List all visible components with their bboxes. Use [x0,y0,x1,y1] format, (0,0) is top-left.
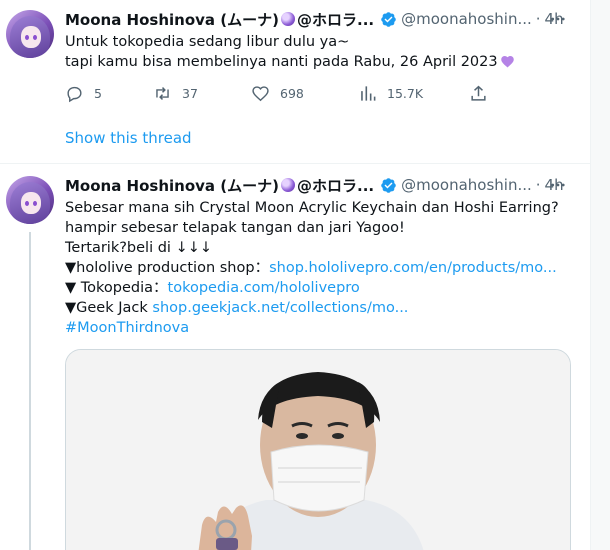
share-icon [471,85,486,101]
geekjack-link[interactable]: shop.geekjack.net/collections/mo... [152,300,408,316]
tokopedia-label: ▼ Tokopedia： [65,280,168,296]
share-button[interactable] [469,82,498,104]
reply-button[interactable]: 5 [65,82,102,104]
tweet-text: Sebesar mana sih Crystal Moon Acrylic Ke… [65,198,570,338]
purple-heart-emoji-icon [500,56,514,68]
hashtag-line: #MoonThirdnova [65,318,570,338]
tokopedia-link[interactable]: tokopedia.com/hololivepro [168,280,360,296]
photo-illustration [66,350,570,550]
author-name-suffix: @ホロラ... [297,10,375,29]
author-name[interactable]: Moona Hoshinova (ムーナ) [65,9,279,30]
separator-dot: · [535,10,541,28]
tokopedia-line: ▼ Tokopedia：tokopedia.com/hololivepro [65,278,570,298]
more-options-icon[interactable] [548,175,568,195]
tweet-header: Moona Hoshinova (ムーナ) @ホロラ... @moonahosh… [65,9,564,29]
tweet-line: Untuk tokopedia sedang libur dulu ya~ [65,34,350,50]
geekjack-label: ▼Geek Jack [65,300,153,316]
geekjack-line: ▼Geek Jack shop.geekjack.net/collections… [65,298,570,318]
scrollbar-track[interactable] [590,0,610,550]
tweet-line: hampir sebesar telapak tangan dan jari Y… [65,220,405,236]
author-name-suffix: @ホロラ... [297,176,375,195]
crystal-orb-emoji-icon [281,178,295,192]
tweet-line: Tertarik?beli di ↓↓↓ [65,240,213,256]
shop-label: ▼hololive production shop： [65,260,270,276]
tweet-line-wrap: tapi kamu bisa membelinya nanti pada Rab… [65,52,570,72]
author-name[interactable]: Moona Hoshinova (ムーナ) [65,175,279,196]
like-count: 698 [280,85,304,101]
verified-badge-icon [381,11,396,27]
tweet-line: Sebesar mana sih Crystal Moon Acrylic Ke… [65,200,559,216]
separator-dot: · [535,176,541,194]
views-chart-icon [361,85,376,101]
tweet-line: tapi kamu bisa membelinya nanti pada Rab… [65,54,498,70]
tweet-1[interactable]: Moona Hoshinova (ムーナ) @ホロラ... @moonahosh… [0,0,590,164]
shop-line: ▼hololive production shop：shop.hololivep… [65,258,570,278]
crystal-orb-emoji-icon [281,12,295,26]
tweet-photo[interactable] [65,349,571,550]
tweet-text: Untuk tokopedia sedang libur dulu ya~ ta… [65,32,570,72]
hololive-shop-link[interactable]: shop.hololivepro.com/en/products/mo... [269,260,557,276]
more-options-icon[interactable] [548,9,568,29]
reply-icon [67,86,82,102]
heart-icon [252,85,269,101]
avatar[interactable] [6,176,54,224]
retweet-icon [156,86,169,100]
reply-count: 5 [94,85,102,101]
like-button[interactable]: 698 [251,82,304,104]
tweet-actions: 5 37 698 15.7K [65,82,495,104]
verified-badge-icon [381,177,396,193]
tweet-header: Moona Hoshinova (ムーナ) @ホロラ... @moonahosh… [65,175,564,195]
retweet-button[interactable]: 37 [153,82,198,104]
view-count: 15.7K [387,85,424,101]
show-thread-link[interactable]: Show this thread [65,129,192,147]
retweet-count: 37 [182,85,198,101]
hashtag-link[interactable]: #MoonThirdnova [65,320,189,336]
views-button[interactable]: 15.7K [358,82,423,104]
author-handle[interactable]: @moonahoshin... [401,10,532,28]
avatar[interactable] [6,10,54,58]
author-handle[interactable]: @moonahoshin... [401,176,532,194]
thread-connector-line [29,232,31,550]
